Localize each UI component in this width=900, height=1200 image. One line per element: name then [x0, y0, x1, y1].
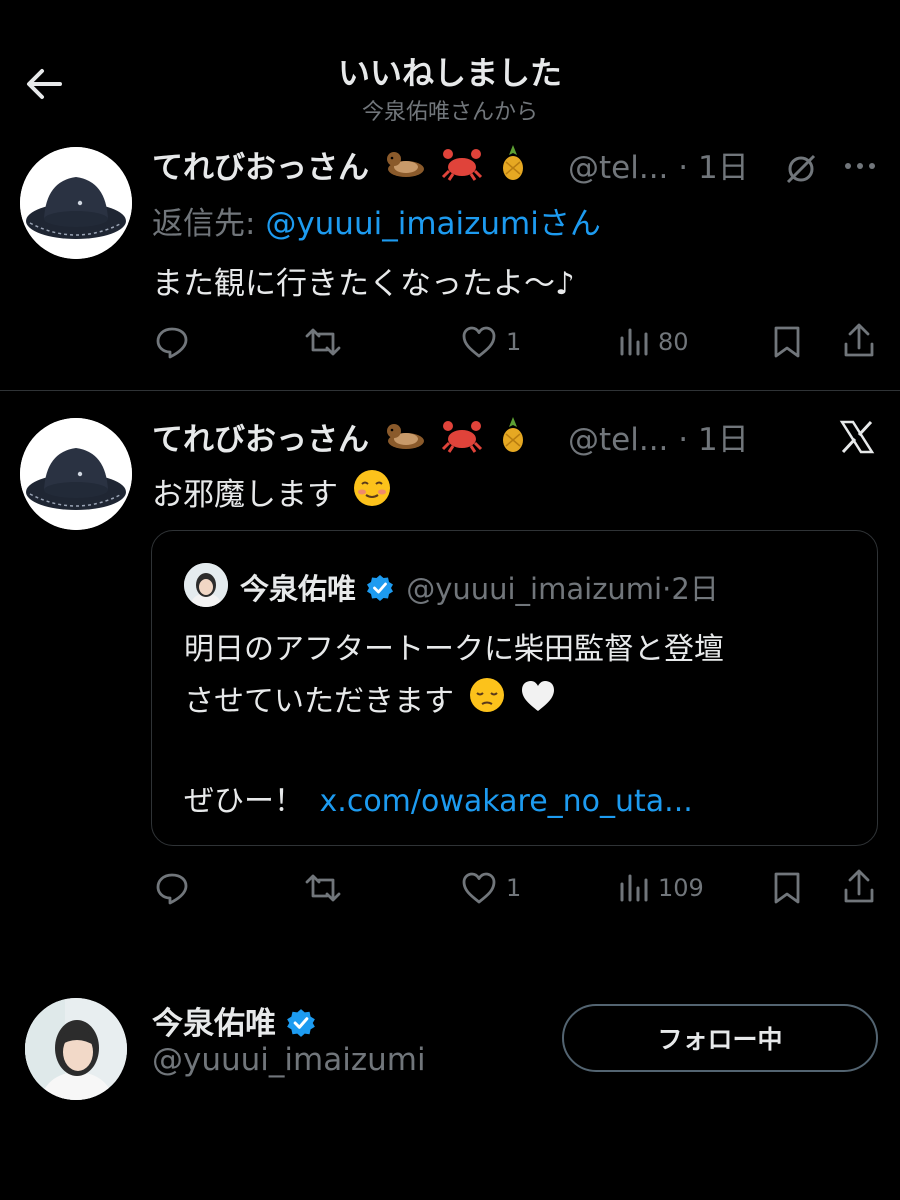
tweet-display-name[interactable]: てれびおっさん [152, 414, 529, 459]
retweet-button[interactable] [303, 324, 351, 360]
retweet-icon [305, 328, 341, 356]
quote-time[interactable]: 2日 [671, 572, 718, 606]
pineapple-emoji-icon [503, 145, 524, 180]
quote-text-line: ぜひー！ x.com/owakare_no_uta... [184, 784, 693, 819]
share-button[interactable] [842, 322, 876, 360]
share-icon [844, 869, 874, 903]
page-title: いいねしました [337, 54, 562, 92]
crab-emoji-icon [441, 421, 482, 453]
profile-photo-image [25, 998, 127, 1100]
tweet-handle[interactable]: @tel... [568, 422, 668, 458]
tweet-text: また観に行きたくなったよ〜♪ [152, 266, 575, 302]
views-icon [620, 328, 648, 356]
verified-badge-icon [367, 575, 394, 601]
crab-emoji-icon [441, 149, 482, 181]
quote-text-line: させていただきます [184, 676, 557, 720]
profile-avatar[interactable] [25, 998, 127, 1100]
verified-badge-icon [287, 1009, 315, 1037]
bookmark-icon [774, 326, 800, 358]
retweet-icon [305, 874, 341, 902]
retweet-button[interactable] [303, 870, 351, 906]
more-options-button[interactable] [842, 153, 878, 183]
views-icon [620, 874, 648, 902]
bookmark-button[interactable] [772, 324, 802, 360]
tweet-meta: @tel... · 1日 [568, 142, 749, 187]
reply-to-link[interactable]: @yuuui_imaizumi [265, 206, 539, 242]
divider [0, 390, 900, 391]
tweet-handle[interactable]: @tel... [568, 150, 668, 186]
otter-emoji-icon [386, 152, 424, 177]
tweet-time[interactable]: 1日 [698, 150, 749, 186]
dot-separator: · [678, 150, 689, 186]
profile-name-row: 今泉佑唯 [152, 998, 317, 1043]
otter-emoji-icon [386, 424, 424, 449]
bucket-hat-image [20, 418, 132, 530]
views-button[interactable]: 80 [618, 324, 689, 360]
heart-icon [462, 872, 496, 904]
quote-handle[interactable]: @yuuui_imaizumi [406, 572, 662, 606]
grok-icon [786, 154, 816, 184]
reply-context: 返信先: @yuuui_imaizumiさん [152, 206, 601, 242]
white-heart-emoji-icon [522, 681, 555, 711]
reply-button[interactable] [154, 870, 198, 906]
quote-display-name[interactable]: 今泉佑唯 [240, 572, 356, 606]
tweet-text: お邪魔します [152, 468, 392, 514]
x-logo [838, 418, 876, 460]
bucket-hat-image [20, 147, 132, 259]
pensive-face-emoji-icon [469, 678, 504, 712]
more-icon [845, 163, 875, 169]
bookmark-button[interactable] [772, 870, 802, 906]
reply-icon [156, 873, 188, 905]
profile-photo-image [184, 563, 228, 607]
reply-button[interactable] [154, 324, 198, 360]
share-icon [844, 323, 874, 357]
profile-handle[interactable]: @yuuui_imaizumi [152, 1042, 426, 1078]
quote-avatar[interactable] [184, 563, 228, 607]
quote-link[interactable]: x.com/owakare_no_uta... [320, 784, 693, 819]
tweet-meta: @tel... · 1日 [568, 414, 749, 459]
x-logo-icon [839, 420, 875, 454]
heart-icon [462, 326, 496, 358]
views-button[interactable]: 109 [618, 870, 704, 906]
like-button[interactable]: 1 [460, 324, 521, 360]
dot-separator: · [678, 422, 689, 458]
grok-button[interactable] [784, 152, 818, 190]
quote-text-line: 明日のアフタートークに柴田監督と登壇 [184, 632, 724, 667]
pineapple-emoji-icon [503, 417, 524, 452]
reply-icon [156, 327, 188, 359]
avatar[interactable] [20, 147, 132, 259]
tweet-display-name[interactable]: てれびおっさん [152, 142, 529, 187]
tweet-time[interactable]: 1日 [698, 422, 749, 458]
like-button[interactable]: 1 [460, 870, 521, 906]
smiling-face-emoji-icon [353, 470, 390, 506]
quote-header: 今泉佑唯 @yuuui_imaizumi·2日 [240, 572, 719, 606]
avatar[interactable] [20, 418, 132, 530]
page-subtitle: 今泉佑唯さんから [361, 100, 538, 125]
share-button[interactable] [842, 868, 876, 906]
profile-display-name[interactable]: 今泉佑唯 [152, 1006, 276, 1042]
following-button[interactable]: フォロー中 [562, 1004, 878, 1072]
bookmark-icon [774, 872, 800, 904]
